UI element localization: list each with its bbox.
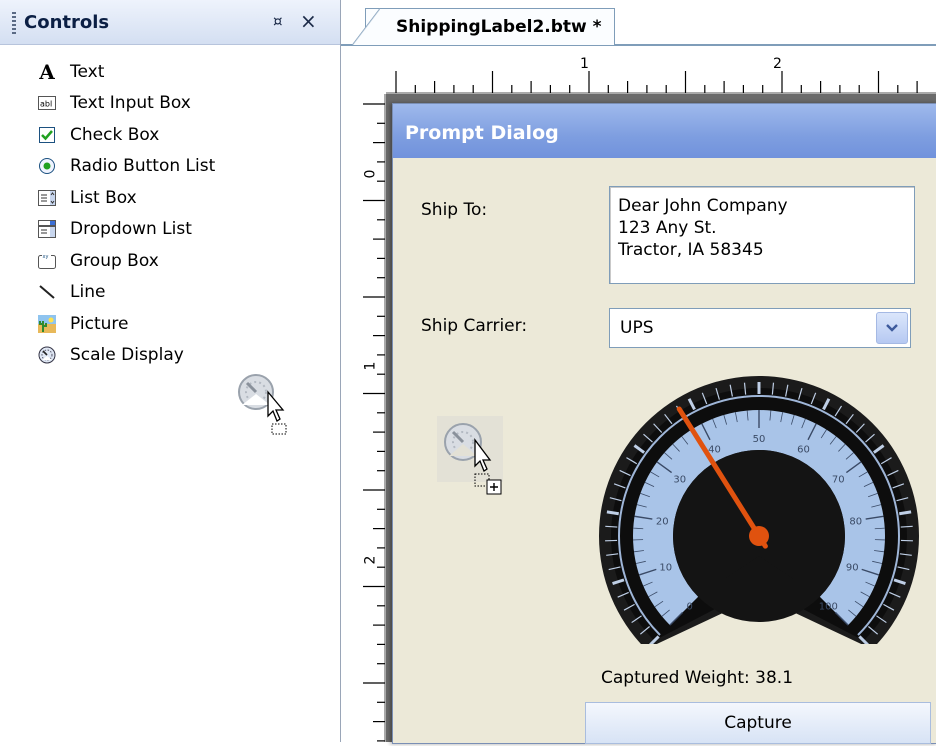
ship-to-line: 123 Any St. (618, 217, 914, 239)
ship-to-field[interactable]: Dear John Company 123 Any St. Tractor, I… (609, 186, 915, 284)
scale-display-gauge: 0102030405060708090100 (599, 374, 919, 644)
ship-to-line: Tractor, IA 58345 (618, 239, 914, 261)
gauge-tick-label: 90 (846, 562, 859, 573)
control-item-label: Radio Button List (70, 156, 215, 176)
ruler-label-v2: 2 (362, 556, 378, 565)
tab-shipping-label[interactable]: ShippingLabel2.btw * (365, 8, 615, 45)
control-item-check-box[interactable]: Check Box (38, 119, 215, 151)
control-item-line[interactable]: Line (38, 277, 215, 309)
ruler-label-v1: 1 (362, 362, 378, 371)
controls-list: A Text abl Text Input Box Check Box Radi… (38, 56, 215, 371)
chevron-down-icon[interactable] (876, 312, 908, 344)
control-item-label: Text Input Box (70, 93, 191, 113)
gauge-tick-label: 20 (656, 517, 669, 528)
checkbox-icon (38, 126, 56, 144)
gauge-tick-label: 60 (797, 445, 810, 456)
dropdown-icon (38, 220, 56, 238)
controls-panel: Controls ¤ × A Text abl Text Input Box C… (0, 0, 341, 742)
control-item-text-input-box[interactable]: abl Text Input Box (38, 88, 215, 120)
horizontal-ruler: 1 2 (341, 46, 936, 94)
ruler-corner (341, 46, 386, 94)
capture-button[interactable]: Capture (585, 702, 931, 744)
gauge-tick-label: 30 (673, 474, 686, 485)
prompt-dialog: Prompt Dialog Ship To: Dear John Company… (392, 103, 936, 744)
gauge-rim-tick (901, 526, 913, 527)
control-item-picture[interactable]: Picture (38, 308, 215, 340)
text-icon: A (38, 63, 56, 81)
ruler-label-1: 1 (580, 56, 589, 72)
svg-text:abl: abl (40, 100, 52, 109)
picture-icon (38, 315, 56, 333)
ship-carrier-dropdown[interactable]: UPS (609, 308, 911, 348)
control-item-label: Dropdown List (70, 219, 192, 239)
ship-to-line: Dear John Company (618, 195, 914, 217)
control-item-label: Scale Display (70, 345, 184, 365)
line-icon (38, 283, 56, 301)
control-item-label: Line (70, 282, 105, 302)
horizontal-ruler-ticks (341, 46, 936, 94)
control-item-label: Text (70, 62, 104, 82)
svg-text:xy: xy (43, 254, 49, 260)
groupbox-icon: xy (38, 252, 56, 270)
gauge-rim-tick (605, 526, 617, 527)
close-icon[interactable]: × (300, 9, 317, 33)
gauge-tick-label: 10 (659, 562, 672, 573)
drag-ghost-scale-display-icon (236, 372, 298, 452)
captured-weight-caption: Captured Weight: (601, 668, 750, 688)
control-item-dropdown-list[interactable]: Dropdown List (38, 214, 215, 246)
gauge-tick-label: 70 (832, 474, 845, 485)
control-item-scale-display[interactable]: Scale Display (38, 340, 215, 372)
ship-to-label: Ship To: (421, 200, 487, 220)
dialog-title: Prompt Dialog (393, 104, 936, 158)
captured-weight-value: 38.1 (755, 668, 793, 688)
pin-icon[interactable]: ¤ (273, 12, 283, 30)
gauge-tick-label: 100 (819, 601, 838, 612)
gauge-tick-label: 50 (753, 434, 766, 445)
control-item-label: List Box (70, 188, 137, 208)
radio-icon (38, 157, 56, 175)
drag-grip-icon[interactable] (12, 12, 16, 34)
control-item-label: Group Box (70, 251, 159, 271)
control-item-group-box[interactable]: xy Group Box (38, 245, 215, 277)
control-item-text[interactable]: A Text (38, 56, 215, 88)
controls-panel-header: Controls ¤ × (0, 0, 340, 45)
scale-display-icon (38, 346, 56, 364)
ruler-label-v0: 0 (362, 170, 378, 179)
control-item-label: Picture (70, 314, 128, 334)
panel-title: Controls (24, 12, 109, 33)
ruler-label-2: 2 (773, 56, 782, 72)
captured-weight-label: Captured Weight: 38.1 (601, 668, 793, 688)
ship-carrier-value: UPS (610, 318, 654, 338)
gauge-tick-label: 80 (849, 517, 862, 528)
gauge-needle-hub (749, 526, 769, 546)
drag-ghost-scale-display-icon (437, 416, 517, 510)
vertical-ruler-ticks (341, 94, 386, 742)
listbox-icon (38, 189, 56, 207)
control-item-label: Check Box (70, 125, 159, 145)
gauge-rim-tick (607, 512, 619, 514)
control-item-radio-button-list[interactable]: Radio Button List (38, 151, 215, 183)
gauge-tick-label: 0 (687, 601, 693, 612)
text-input-icon: abl (38, 94, 56, 112)
gauge-rim-tick (899, 512, 911, 514)
vertical-ruler: 0 1 2 (341, 94, 386, 742)
control-item-list-box[interactable]: List Box (38, 182, 215, 214)
document-tabstrip: ShippingLabel2.btw * (341, 0, 936, 46)
ship-carrier-label: Ship Carrier: (421, 316, 527, 336)
